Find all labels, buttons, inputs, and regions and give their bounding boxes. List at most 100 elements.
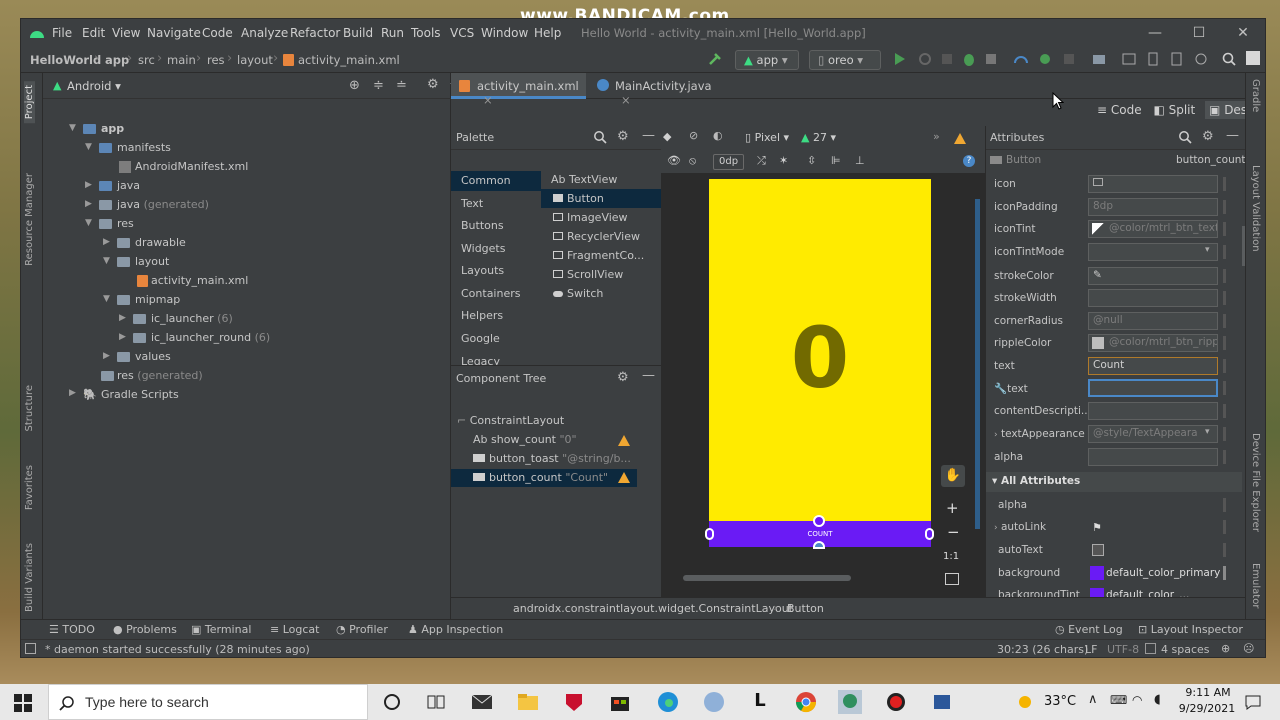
menu-view[interactable]: View (112, 26, 140, 40)
menu-tools[interactable]: Tools (411, 26, 441, 40)
android-studio-taskbar-icon[interactable] (838, 690, 862, 714)
breadcrumb-src[interactable]: src (138, 53, 155, 67)
palette-cat-layouts[interactable]: Layouts (451, 261, 541, 281)
breadcrumb-constraint-layout[interactable]: androidx.constraintlayout.widget.Constra… (513, 602, 793, 615)
breadcrumb-app[interactable]: app (105, 53, 129, 67)
split-view-button[interactable]: ◧ Split (1153, 103, 1195, 117)
weather-icon[interactable] (1016, 692, 1036, 712)
tree-item-androidmanifest[interactable]: AndroidManifest.xml (135, 160, 248, 173)
caret-position[interactable]: 30:23 (26 chars) (997, 643, 1088, 656)
blueprint-icon[interactable]: ⊘ (689, 129, 698, 142)
tree-item-res-generated[interactable]: res (generated) (117, 369, 203, 382)
tray-chevron-up-icon[interactable]: ∧ (1088, 692, 1098, 707)
widget-id[interactable]: button_count (1176, 154, 1246, 166)
menu-help[interactable]: Help (534, 26, 561, 40)
windows-start-icon[interactable] (14, 694, 32, 712)
clock-time[interactable]: 9:11 AM (1180, 686, 1236, 699)
tree-item-app[interactable]: app (101, 122, 124, 135)
attr-corner-radius-field[interactable]: @null (1088, 312, 1218, 330)
clear-constraints-icon[interactable]: ⤮ (757, 154, 766, 168)
tab-main-activity[interactable]: MainActivity.java × (589, 73, 724, 107)
attach-debugger-icon[interactable] (983, 51, 999, 69)
indent-setting[interactable]: 4 spaces (1161, 643, 1210, 656)
tool-tab-emulator[interactable]: Emulator (1250, 563, 1261, 608)
attr-icon-padding-field[interactable]: 8dp (1088, 198, 1218, 216)
pan-icon[interactable]: ✋ (941, 465, 965, 487)
background-swatch[interactable] (1090, 566, 1104, 580)
tool-tab-build-variants[interactable]: Build Variants (24, 543, 35, 612)
menu-file[interactable]: File (52, 26, 72, 40)
avd-manager-icon[interactable] (1121, 51, 1137, 69)
component-tree-gear-icon[interactable]: ⚙ (617, 370, 629, 385)
attr-ripple-color-field[interactable]: @color/mtrl_btn_rippl (1088, 334, 1218, 352)
tree-button-toast[interactable]: button_toast "@string/b... (451, 450, 637, 468)
zoom-out-button[interactable]: − (947, 523, 960, 541)
more-icon[interactable]: » (933, 130, 940, 143)
status-message[interactable]: * daemon started successfully (28 minute… (45, 643, 310, 656)
menu-vcs[interactable]: VCS (450, 26, 474, 40)
attr-icon-tint-mode-select[interactable]: ▾ (1088, 243, 1218, 261)
edge-icon[interactable] (656, 690, 680, 714)
eyedropper-icon[interactable]: ✎ (1093, 269, 1102, 281)
default-margin-select[interactable]: 0dp (713, 154, 745, 170)
project-view-select[interactable]: Android ▾ (67, 79, 121, 93)
tool-todo[interactable]: ☰ TODO (49, 623, 95, 636)
settings-app-icon[interactable] (702, 690, 726, 714)
tool-tab-project[interactable]: Project (24, 81, 35, 124)
show-count-text[interactable]: 0 (709, 309, 931, 407)
tool-logcat[interactable]: ≡ Logcat (270, 623, 319, 636)
menu-navigate[interactable]: Navigate (147, 26, 201, 40)
device-picker[interactable]: ▯ Pixel ▾ (745, 131, 789, 144)
palette-cat-common[interactable]: Common (451, 171, 541, 191)
constraint-handle-left[interactable] (705, 528, 714, 540)
tree-item-ic-launcher-round[interactable]: ic_launcher_round (6) (151, 331, 270, 344)
palette-item-fragmentcontainer[interactable]: FragmentCo... (541, 246, 661, 265)
store-icon[interactable] (608, 690, 632, 714)
tree-item-java[interactable]: java (117, 179, 140, 192)
file-explorer-icon[interactable] (516, 690, 540, 714)
constraint-handle-right[interactable] (925, 528, 934, 540)
locate-icon[interactable]: ⊕ (349, 78, 360, 93)
wifi-icon[interactable]: ◠ (1132, 693, 1142, 707)
palette-item-recyclerview[interactable]: RecyclerView (541, 227, 661, 246)
minimize-button[interactable]: — (1145, 23, 1165, 43)
tree-item-manifests[interactable]: manifests (117, 141, 171, 154)
close-button[interactable]: ✕ (1233, 23, 1253, 43)
autotext-checkbox[interactable] (1092, 544, 1104, 556)
rerun-icon[interactable] (917, 51, 933, 69)
debug-icon[interactable] (961, 51, 977, 69)
device-select[interactable]: ▯ oreo ▾ (809, 50, 881, 70)
zoom-in-button[interactable]: + (946, 499, 959, 517)
tool-tab-resource-manager[interactable]: Resource Manager (24, 173, 35, 266)
attr-tools-text-field[interactable] (1088, 379, 1218, 397)
toggle-tool-windows-icon[interactable] (25, 643, 36, 654)
file-encoding[interactable]: UTF-8 (1107, 643, 1139, 656)
tool-tab-device-file-explorer[interactable]: Device File Explorer (1250, 433, 1261, 532)
attr-icon-field[interactable] (1088, 175, 1218, 193)
menu-refactor[interactable]: Refactor (290, 26, 340, 40)
tree-button-count[interactable]: button_count "Count" (451, 469, 637, 487)
volume-icon[interactable]: ◖ (1154, 692, 1161, 707)
tool-event-log[interactable]: ◷ Event Log (1055, 623, 1123, 636)
breadcrumb-button[interactable]: Button (787, 602, 824, 615)
tool-layout-inspector[interactable]: ⊡ Layout Inspector (1138, 623, 1243, 636)
attr-content-description-field[interactable] (1088, 402, 1218, 420)
guidelines-icon[interactable]: ⊥ (855, 154, 865, 167)
tree-item-java-generated[interactable]: java (generated) (117, 198, 209, 211)
palette-cat-text[interactable]: Text (451, 194, 541, 214)
palette-search-icon[interactable] (593, 130, 607, 144)
menu-build[interactable]: Build (343, 26, 373, 40)
apply-changes-icon[interactable] (939, 51, 955, 69)
attributes-search-icon[interactable] (1178, 130, 1192, 144)
phone-preview[interactable]: 0 COUNT (705, 179, 934, 549)
tree-item-activity-main[interactable]: activity_main.xml (151, 274, 248, 287)
tree-item-layout[interactable]: layout (135, 255, 169, 268)
search-icon[interactable] (1221, 51, 1237, 69)
palette-cat-containers[interactable]: Containers (451, 284, 541, 304)
all-attributes-header[interactable]: ▾ All Attributes (986, 472, 1242, 492)
component-tree-hide-icon[interactable]: — (642, 368, 655, 383)
palette-cat-buttons[interactable]: Buttons (451, 216, 541, 236)
expand-all-icon[interactable]: ≑ (373, 78, 384, 93)
notifications-icon[interactable] (1244, 693, 1262, 711)
attr-stroke-color-field[interactable]: ✎ (1088, 267, 1218, 285)
